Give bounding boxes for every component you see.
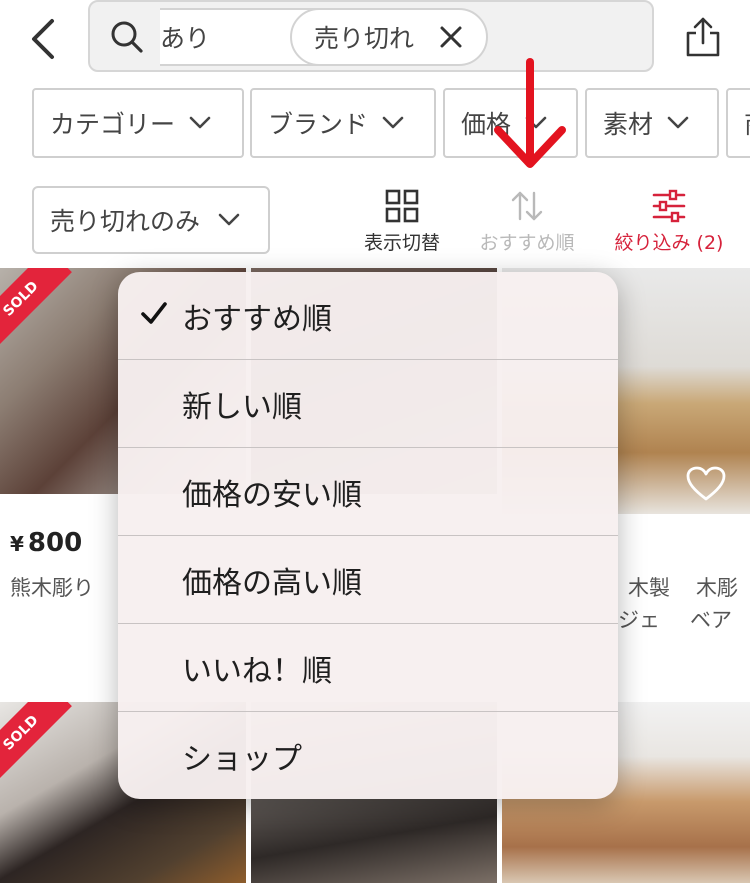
sort-option-newest[interactable]: 新しい順	[118, 360, 618, 448]
sort-option-label: 新しい順	[182, 390, 302, 425]
checkmark-icon	[141, 302, 167, 324]
sort-option-label: 価格の安い順	[182, 478, 362, 513]
sort-option-likes[interactable]: いいね！順	[118, 624, 618, 712]
sliders-icon	[652, 189, 686, 223]
sort-option-label: おすすめ順	[182, 302, 332, 337]
sort-menu: おすすめ順 新しい順 価格の安い順 価格の高い順 いいね！順 ショップ	[118, 272, 618, 799]
search-icon	[111, 21, 143, 53]
search-chip-label: 売り切れ	[314, 24, 415, 53]
filter-category-label: カテゴリー	[50, 110, 176, 139]
sort-option-price-high[interactable]: 価格の高い順	[118, 536, 618, 624]
heart-icon	[686, 466, 726, 501]
share-icon	[686, 17, 720, 57]
filter-material-label: 素材	[603, 110, 654, 139]
price-value: 800	[27, 528, 83, 558]
product-name[interactable]: 熊木彫り	[10, 572, 94, 602]
product-name[interactable]: 木彫	[696, 572, 738, 602]
view-toggle-label: 表示切替	[363, 232, 440, 254]
search-chip[interactable]: 売り切れ	[290, 8, 488, 66]
sort-option-label: 価格の高い順	[182, 566, 362, 601]
search-chip-label: あり	[160, 24, 211, 53]
sort-arrows-icon	[511, 191, 543, 221]
filter-material[interactable]: 素材	[585, 88, 719, 158]
chevron-down-icon	[667, 116, 689, 129]
filter-brand-label: ブランド	[268, 110, 369, 139]
product-name[interactable]: ベア	[690, 604, 732, 634]
chevron-down-icon	[218, 213, 240, 226]
product-name[interactable]: ジェ	[618, 604, 660, 634]
sold-only-label: 売り切れのみ	[50, 207, 201, 236]
close-icon[interactable]	[438, 24, 464, 50]
currency-symbol: ¥	[10, 532, 24, 556]
filter-brand[interactable]: ブランド	[250, 88, 436, 158]
chevron-down-icon	[382, 116, 404, 129]
filter-button[interactable]: 絞り込み (2)	[604, 186, 734, 255]
filter-category[interactable]: カテゴリー	[32, 88, 244, 158]
product-price: ¥800	[10, 528, 82, 558]
sort-option-label: いいね！順	[182, 654, 332, 689]
sort-option-price-low[interactable]: 価格の安い順	[118, 448, 618, 536]
back-button[interactable]	[22, 14, 62, 64]
view-toggle-button[interactable]: 表示切替	[358, 186, 446, 255]
sort-option-recommended[interactable]: おすすめ順	[118, 272, 618, 360]
chevron-down-icon	[189, 116, 211, 129]
product-name[interactable]: 木製	[628, 572, 670, 602]
search-box[interactable]: あり 売り切れ	[88, 0, 654, 72]
filter-more[interactable]: 商	[726, 88, 750, 158]
sold-badge: SOLD	[0, 702, 72, 784]
sort-option-shop[interactable]: ショップ	[118, 712, 618, 799]
arrow-down-icon	[494, 58, 566, 168]
sold-badge: SOLD	[0, 268, 72, 350]
filter-label: 絞り込み (2)	[614, 232, 724, 254]
filter-more-label: 商	[744, 105, 750, 141]
sort-button[interactable]: おすすめ順	[472, 186, 582, 255]
chevron-left-icon	[32, 19, 54, 59]
share-button[interactable]	[678, 12, 728, 62]
sold-only-dropdown[interactable]: 売り切れのみ	[32, 186, 270, 254]
like-button[interactable]	[684, 462, 728, 506]
sort-option-label: ショップ	[182, 742, 302, 777]
sort-label: おすすめ順	[479, 232, 575, 254]
grid-icon	[385, 189, 419, 223]
